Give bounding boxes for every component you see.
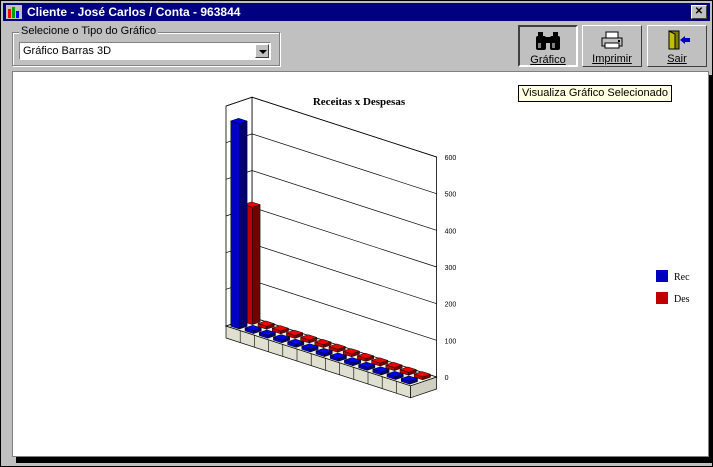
legend-label-rec: Rec (674, 272, 690, 283)
y-tick-label: 200 (445, 302, 457, 309)
y-tick-label: 100 (445, 338, 457, 345)
chart-type-legend: Selecione o Tipo do Gráfico (19, 25, 159, 37)
binoculars-icon (536, 32, 560, 50)
chart-legend: Rec Des (656, 270, 690, 305)
y-tick-label: 400 (445, 228, 457, 235)
chart-type-value: Gráfico Barras 3D (23, 45, 112, 57)
sair-button[interactable]: Sair (647, 25, 707, 67)
chart-title: Receitas x Despesas (313, 96, 406, 108)
imprimir-label: Imprimir (592, 53, 632, 65)
chart-type-select[interactable]: Gráfico Barras 3D (19, 42, 271, 60)
legend-swatch-des (656, 292, 668, 304)
main-window: Cliente - José Carlos / Conta - 963844 ✕… (0, 0, 713, 467)
chart-type-group: Selecione o Tipo do Gráfico Gráfico Barr… (12, 25, 280, 66)
grafico-label: Gráfico (530, 54, 566, 66)
printer-icon (601, 31, 623, 49)
bar-rec-1[interactable] (230, 118, 248, 330)
close-icon: ✕ (694, 6, 704, 17)
y-tick-label: 300 (445, 265, 457, 272)
y-tick-label: 500 (445, 192, 457, 199)
grafico-tooltip: Visualiza Gráfico Selecionado (518, 85, 672, 102)
close-button[interactable]: ✕ (691, 5, 707, 19)
legend-swatch-rec (656, 270, 668, 282)
legend-label-des: Des (674, 294, 690, 305)
chevron-down-icon[interactable] (255, 44, 269, 58)
chart-3d-bar: Receitas x Despesas 0100200300400500600 … (224, 96, 690, 399)
chart-shadow-right (709, 75, 713, 461)
y-tick-label: 0 (445, 375, 449, 382)
chart-area: Receitas x Despesas 0 100 200 300 400 500 600 … (12, 71, 709, 457)
title-bar[interactable]: Cliente - José Carlos / Conta - 963844 ✕ (3, 3, 710, 21)
grafico-button[interactable]: Gráfico (518, 25, 578, 67)
y-tick-label: 600 (445, 155, 457, 162)
sair-label: Sair (667, 53, 687, 65)
exit-door-icon (668, 30, 690, 50)
imprimir-button[interactable]: Imprimir (582, 25, 642, 67)
chart-shadow-bottom (16, 457, 713, 463)
app-chart-icon (6, 5, 22, 19)
window-title: Cliente - José Carlos / Conta - 963844 (27, 5, 241, 19)
